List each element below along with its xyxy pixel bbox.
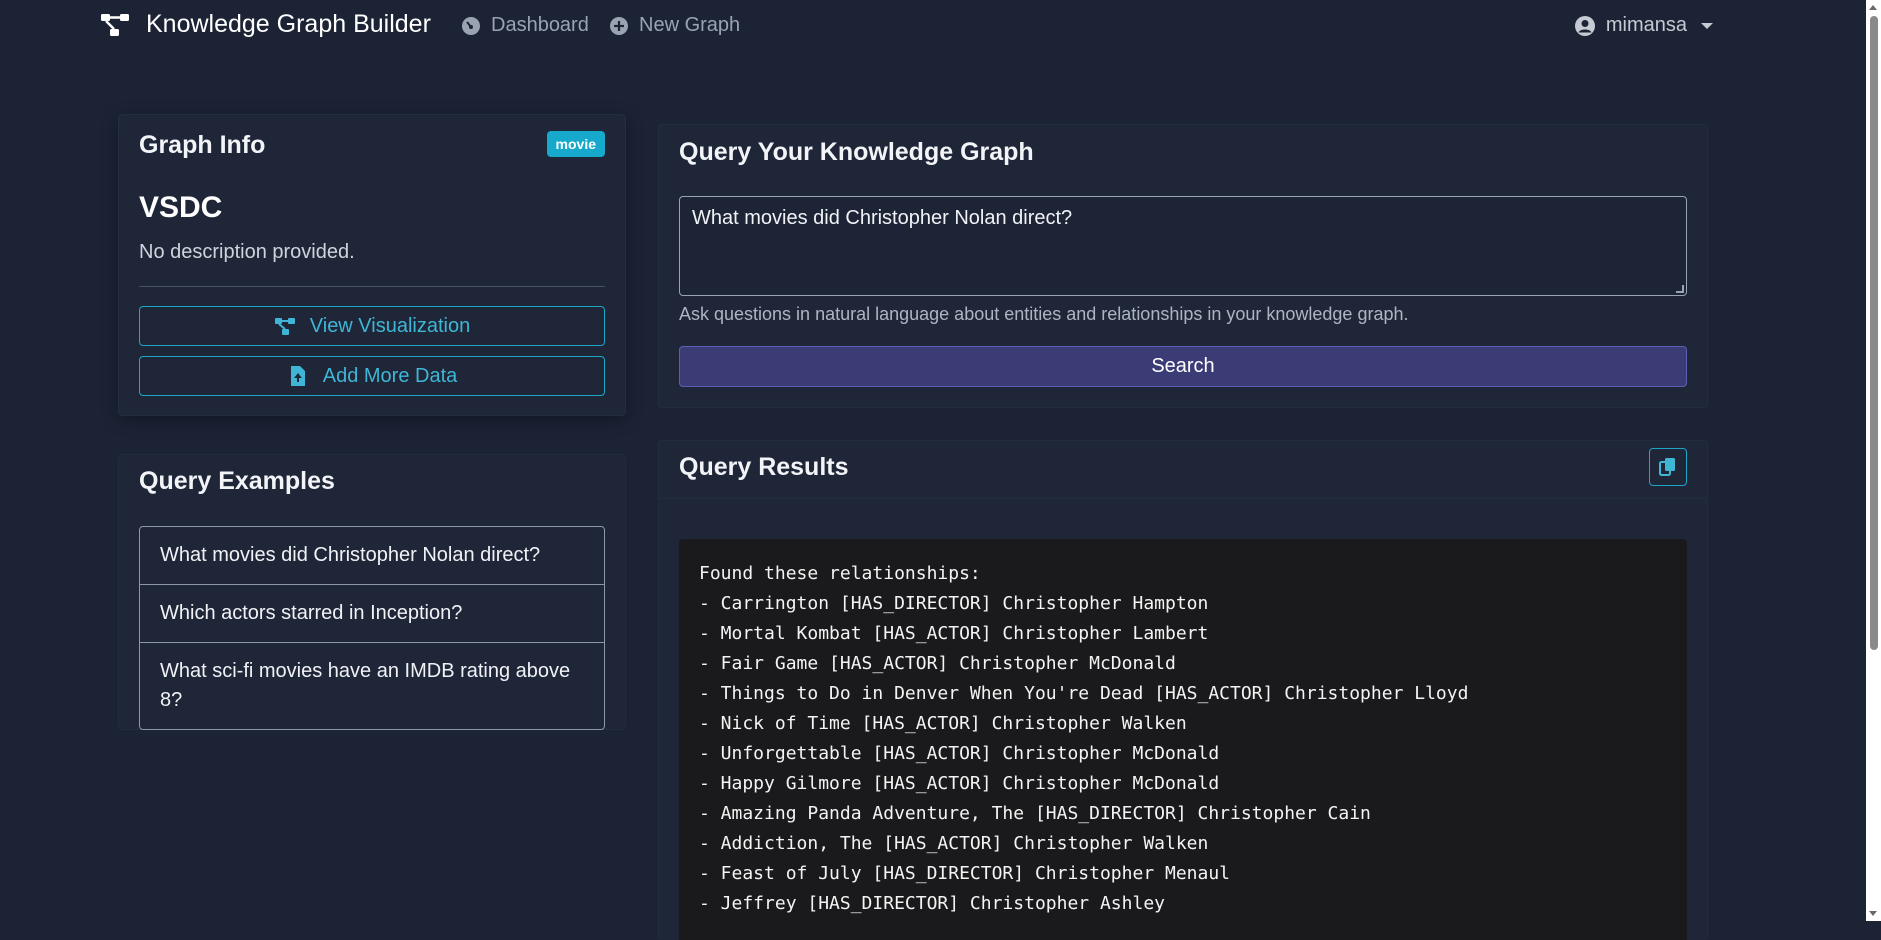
result-line: - Mortal Kombat [HAS_ACTOR] Christopher … xyxy=(699,623,1209,644)
query-title: Query Your Knowledge Graph xyxy=(679,138,1034,166)
query-results-card: Query Results Found these relationships:… xyxy=(658,440,1708,940)
example-item[interactable]: What sci-fi movies have an IMDB rating a… xyxy=(140,643,604,729)
chevron-down-icon xyxy=(1701,22,1713,29)
nav-new-graph-link[interactable]: New Graph xyxy=(609,14,740,37)
divider xyxy=(139,286,605,287)
copy-button[interactable] xyxy=(1649,448,1687,486)
nav-new-graph-label: New Graph xyxy=(639,14,741,36)
add-more-data-label: Add More Data xyxy=(322,364,458,387)
query-examples-card: Query Examples What movies did Christoph… xyxy=(118,454,626,730)
result-line: - Things to Do in Denver When You're Dea… xyxy=(699,683,1469,704)
add-more-data-button[interactable]: Add More Data xyxy=(139,356,605,396)
result-line: - Happy Gilmore [HAS_ACTOR] Christopher … xyxy=(699,773,1220,794)
graph-network-icon xyxy=(274,318,295,335)
graph-info-title: Graph Info xyxy=(139,131,266,159)
graph-name: VSDC xyxy=(139,191,223,224)
result-line: - Addiction, The [HAS_ACTOR] Christopher… xyxy=(699,833,1209,854)
scroll-up-arrow-icon[interactable] xyxy=(1869,5,1877,10)
brand[interactable]: Knowledge Graph Builder xyxy=(100,10,431,39)
navbar: Knowledge Graph Builder Dashboard New Gr… xyxy=(0,0,1881,56)
username: mimansa xyxy=(1605,14,1687,36)
result-line: - Feast of July [HAS_DIRECTOR] Christoph… xyxy=(699,863,1231,884)
nav-dashboard-link[interactable]: Dashboard xyxy=(461,14,589,37)
search-button[interactable]: Search xyxy=(679,346,1687,387)
plus-circle-icon xyxy=(610,16,628,35)
scrollbar-thumb[interactable] xyxy=(1870,16,1878,650)
results-title: Query Results xyxy=(679,453,849,481)
query-input[interactable] xyxy=(679,196,1687,296)
results-header: Query Results xyxy=(659,441,1707,499)
result-line: - Jeffrey [HAS_DIRECTOR] Christopher Ash… xyxy=(699,893,1165,914)
result-line: - Carrington [HAS_DIRECTOR] Christopher … xyxy=(699,593,1209,614)
example-list: What movies did Christopher Nolan direct… xyxy=(139,526,605,730)
result-line: - Amazing Panda Adventure, The [HAS_DIRE… xyxy=(699,803,1371,824)
gauge-icon xyxy=(462,16,480,35)
file-upload-icon xyxy=(290,366,305,386)
graph-type-badge: movie xyxy=(546,131,605,157)
result-line: Found these relationships: xyxy=(699,563,981,584)
view-visualization-label: View Visualization xyxy=(309,314,471,337)
graph-info-card: Graph Info movie VSDC No description pro… xyxy=(118,114,626,416)
result-line: - Unforgettable [HAS_ACTOR] Christopher … xyxy=(699,743,1220,764)
graph-description: No description provided. xyxy=(139,241,355,263)
results-output: Found these relationships: - Carrington [… xyxy=(679,539,1687,940)
scroll-down-arrow-icon[interactable] xyxy=(1869,911,1877,916)
query-card: Query Your Knowledge Graph Ask questions… xyxy=(658,124,1708,408)
result-line: - Fair Game [HAS_ACTOR] Christopher McDo… xyxy=(699,653,1176,674)
graph-logo-icon xyxy=(101,13,129,36)
user-menu-dropdown[interactable]: mimansa xyxy=(1574,14,1713,37)
brand-name: Knowledge Graph Builder xyxy=(146,10,431,38)
nav-dashboard-label: Dashboard xyxy=(491,14,589,36)
example-item[interactable]: What movies did Christopher Nolan direct… xyxy=(140,527,604,585)
query-examples-title: Query Examples xyxy=(139,467,335,495)
query-help-text: Ask questions in natural language about … xyxy=(679,304,1409,324)
view-visualization-button[interactable]: View Visualization xyxy=(139,306,605,346)
resize-handle-icon[interactable] xyxy=(1676,285,1684,293)
page-scrollbar[interactable] xyxy=(1866,0,1881,921)
result-line: - Nick of Time [HAS_ACTOR] Christopher W… xyxy=(699,713,1187,734)
example-item[interactable]: Which actors starred in Inception? xyxy=(140,585,604,643)
copy-icon xyxy=(1659,458,1675,476)
user-circle-icon xyxy=(1574,15,1595,36)
